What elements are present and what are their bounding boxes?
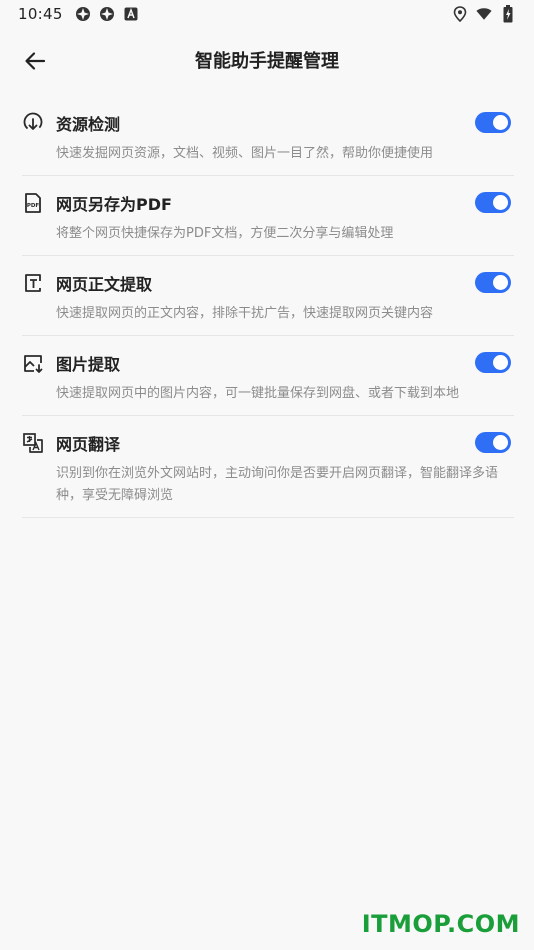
list-item: 网页翻译 识别到你在浏览外文网站时，主动询问你是否要开启网页翻译，智能翻译多语种… (22, 416, 514, 518)
image-extract-toggle[interactable] (475, 352, 511, 373)
feature-description: 快速发掘网页资源，文档、视频、图片一目了然，帮助你便捷使用 (56, 146, 434, 161)
location-icon (452, 6, 468, 22)
feature-title: 资源检测 (56, 115, 121, 134)
resource-detect-toggle[interactable] (475, 112, 511, 133)
back-button[interactable] (20, 46, 50, 76)
text-extract-icon (22, 272, 44, 294)
feature-description: 将整个网页快捷保存为PDF文档，方便二次分享与编辑处理 (56, 226, 394, 241)
list-item: 资源检测 快速发掘网页资源，文档、视频、图片一目了然，帮助你便捷使用 (22, 96, 514, 176)
toggle-knob (493, 355, 508, 370)
feature-title: 网页另存为PDF (56, 195, 172, 214)
pdf-icon: PDF (22, 192, 44, 214)
translate-icon (22, 432, 44, 454)
feature-list: 资源检测 快速发掘网页资源，文档、视频、图片一目了然，帮助你便捷使用 PDF 网… (22, 96, 514, 518)
arrow-left-icon (25, 52, 46, 70)
page-title: 智能助手提醒管理 (195, 51, 339, 72)
status-time: 10:45 (18, 5, 63, 23)
feature-description: 识别到你在浏览外文网站时，主动询问你是否要开启网页翻译，智能翻译多语种，享受无障… (56, 466, 499, 503)
feature-title: 网页翻译 (56, 435, 121, 454)
feature-title: 网页正文提取 (56, 275, 153, 294)
text-extract-toggle[interactable] (475, 272, 511, 293)
resource-detect-icon (22, 112, 44, 134)
list-item: 网页正文提取 快速提取网页的正文内容，排除干扰广告，快速提取网页关键内容 (22, 256, 514, 336)
save-pdf-toggle[interactable] (475, 192, 511, 213)
svg-text:PDF: PDF (27, 203, 40, 209)
image-extract-icon (22, 352, 44, 374)
toggle-knob (493, 435, 508, 450)
feature-title: 图片提取 (56, 355, 121, 374)
feature-description: 快速提取网页的正文内容，排除干扰广告，快速提取网页关键内容 (56, 306, 434, 321)
status-system-icons (452, 5, 516, 23)
battery-icon (500, 5, 516, 23)
status-bar: 10:45 (0, 0, 534, 28)
toggle-knob (493, 115, 508, 130)
feature-description: 快速提取网页中的图片内容，可一键批量保存到网盘、或者下载到本地 (56, 386, 460, 401)
wifi-icon (476, 6, 492, 22)
status-notification-icons (75, 6, 139, 22)
list-item: 图片提取 快速提取网页中的图片内容，可一键批量保存到网盘、或者下载到本地 (22, 336, 514, 416)
toggle-knob (493, 195, 508, 210)
app-notification-icon (99, 6, 115, 22)
list-item: PDF 网页另存为PDF 将整个网页快捷保存为PDF文档，方便二次分享与编辑处理 (22, 176, 514, 256)
translate-toggle[interactable] (475, 432, 511, 453)
app-notification-icon (75, 6, 91, 22)
header: 智能助手提醒管理 (0, 38, 534, 82)
toggle-knob (493, 275, 508, 290)
watermark: ITMOP.COM (361, 910, 520, 938)
a-badge-icon (123, 6, 139, 22)
